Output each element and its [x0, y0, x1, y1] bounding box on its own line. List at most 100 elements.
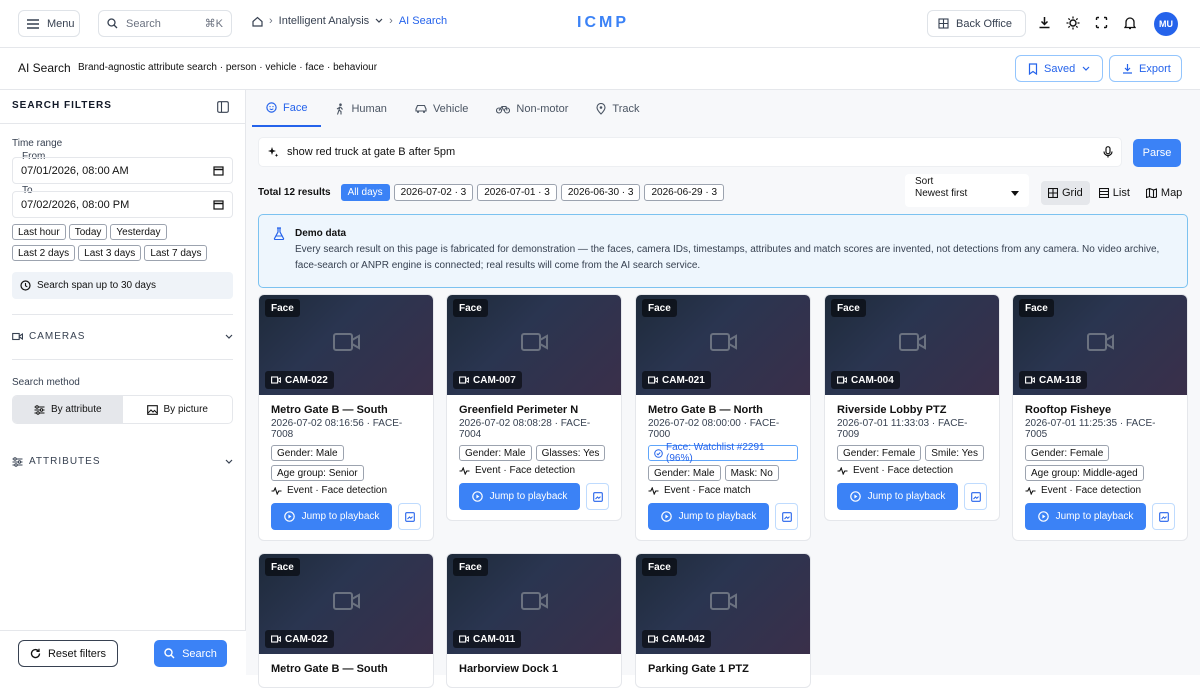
tab-non-motor[interactable]: Non-motor: [482, 90, 582, 127]
snapshot-icon: [1158, 511, 1169, 522]
chevron-down-icon: [225, 334, 233, 340]
save-snapshot-button[interactable]: [586, 483, 609, 510]
result-body: Metro Gate B — North 2026-07-02 08:00:00 …: [636, 395, 810, 540]
download-icon[interactable]: [1038, 16, 1051, 29]
attribute-tag: Age group: Middle-aged: [1025, 465, 1144, 481]
result-card[interactable]: Face CAM-021 Metro Gate B — North 2026-07-0…: [635, 294, 811, 541]
jump-to-playback-button[interactable]: Jump to playback: [459, 483, 580, 510]
quick-range-last-3-days[interactable]: Last 3 days: [78, 245, 142, 261]
export-button[interactable]: Export: [1109, 55, 1182, 82]
from-date-input[interactable]: 07/01/2026, 08:00 AM: [12, 157, 233, 184]
play-circle-icon: [849, 491, 861, 502]
natural-language-query-input[interactable]: show red truck at gate B after 5pm: [258, 137, 1122, 167]
calendar-icon[interactable]: [213, 199, 224, 210]
breadcrumb-intelligent-analysis[interactable]: Intelligent Analysis: [279, 15, 370, 27]
collapse-sidebar-icon[interactable]: [217, 101, 229, 113]
date-chip-2026-06-30[interactable]: 2026-06-30 · 3: [560, 184, 641, 201]
camera-id: CAM-004: [851, 374, 894, 386]
camera-id: CAM-021: [662, 374, 705, 386]
result-card[interactable]: Face CAM-004 Riverside Lobby PTZ 2026-07-01…: [824, 294, 1000, 521]
quick-range-yesterday[interactable]: Yesterday: [110, 224, 167, 240]
method-by-picture[interactable]: By picture: [123, 396, 233, 423]
jump-to-playback-button[interactable]: Jump to playback: [271, 503, 392, 530]
chevron-down-icon: [225, 459, 233, 465]
reset-filters-button[interactable]: Reset filters: [18, 640, 118, 667]
jump-to-playback-button[interactable]: Jump to playback: [648, 503, 769, 530]
fullscreen-icon[interactable]: [1095, 16, 1108, 29]
to-date-value: 07/02/2026, 08:00 PM: [21, 198, 130, 211]
breadcrumb-ai-search[interactable]: AI Search: [399, 15, 447, 27]
jump-to-playback-button[interactable]: Jump to playback: [1025, 503, 1146, 530]
chevron-down-icon[interactable]: [375, 18, 383, 24]
app-logo: ICMP: [577, 14, 629, 31]
result-card[interactable]: Face CAM-118 Rooftop Fisheye 2026-07-01 11:…: [1012, 294, 1188, 541]
tab-face[interactable]: Face: [252, 90, 322, 127]
result-card[interactable]: Face CAM-022 Metro Gate B — South: [258, 553, 434, 688]
tab-track[interactable]: Track: [582, 90, 653, 127]
save-snapshot-button[interactable]: [398, 503, 421, 530]
avatar[interactable]: MU: [1154, 12, 1178, 36]
view-list[interactable]: List: [1092, 181, 1137, 205]
bell-icon[interactable]: [1124, 16, 1136, 30]
quick-range-last-2-days[interactable]: Last 2 days: [12, 245, 76, 261]
saved-button[interactable]: Saved: [1015, 55, 1103, 82]
parse-button[interactable]: Parse: [1133, 139, 1181, 167]
cameras-section-toggle[interactable]: CAMERAS: [12, 331, 233, 342]
result-card[interactable]: Face CAM-011 Harborview Dock 1: [446, 553, 622, 688]
caret-down-icon: [1011, 191, 1019, 196]
result-thumbnail[interactable]: Face CAM-007: [447, 295, 621, 395]
save-snapshot-button[interactable]: [775, 503, 798, 530]
result-thumbnail[interactable]: Face CAM-022: [259, 295, 433, 395]
global-search-button[interactable]: Search ⌘K: [98, 10, 232, 37]
result-body: Metro Gate B — South 2026-07-02 08:16:56 …: [259, 395, 433, 540]
tab-vehicle[interactable]: Vehicle: [401, 90, 482, 127]
quick-range-last-7-days[interactable]: Last 7 days: [144, 245, 208, 261]
quick-range-today[interactable]: Today: [68, 224, 108, 240]
result-location: Metro Gate B — South: [271, 404, 388, 416]
sort-select[interactable]: Sort Newest first: [905, 174, 1029, 207]
result-thumbnail[interactable]: Face CAM-004: [825, 295, 999, 395]
result-event-text: Event · Face detection: [287, 485, 388, 496]
save-snapshot-button[interactable]: [964, 483, 987, 510]
result-card[interactable]: Face CAM-007 Greenfield Perimeter N 2026-07…: [446, 294, 622, 521]
video-camera-icon: [710, 590, 738, 612]
result-thumbnail[interactable]: Face CAM-022: [259, 554, 433, 654]
breadcrumb: › Intelligent Analysis › AI Search: [252, 15, 447, 27]
save-snapshot-button[interactable]: [1152, 503, 1175, 530]
quick-range-last-hour[interactable]: Last hour: [12, 224, 66, 240]
jump-to-playback-button[interactable]: Jump to playback: [837, 483, 958, 510]
attributes-section-toggle[interactable]: ATTRIBUTES: [12, 456, 233, 467]
result-card[interactable]: Face CAM-022 Metro Gate B — South 2026-07-0…: [258, 294, 434, 541]
to-date-input[interactable]: 07/02/2026, 08:00 PM: [12, 191, 233, 218]
date-chip-2026-07-01[interactable]: 2026-07-01 · 3: [477, 184, 557, 201]
result-thumbnail[interactable]: Face CAM-118: [1013, 295, 1187, 395]
video-camera-icon: [459, 635, 469, 643]
result-type-badge: Face: [642, 558, 677, 576]
result-thumbnail[interactable]: Face CAM-042: [636, 554, 810, 654]
jump-to-playback-label: Jump to playback: [1055, 511, 1134, 522]
map-icon: [1145, 188, 1157, 198]
result-thumbnail[interactable]: Face CAM-011: [447, 554, 621, 654]
calendar-icon[interactable]: [213, 165, 224, 176]
result-type-badge: Face: [642, 299, 677, 317]
camera-id: CAM-118: [1039, 374, 1082, 386]
video-camera-icon: [1087, 331, 1115, 353]
date-chip-2026-06-29[interactable]: 2026-06-29 · 3: [644, 184, 725, 201]
camera-badge: CAM-004: [831, 371, 900, 389]
view-grid[interactable]: Grid: [1041, 181, 1090, 205]
view-map[interactable]: Map: [1139, 181, 1189, 205]
sun-icon[interactable]: [1066, 16, 1080, 30]
date-chip-all-days[interactable]: All days: [340, 184, 390, 201]
result-card[interactable]: Face CAM-042 Parking Gate 1 PTZ: [635, 553, 811, 688]
menu-button[interactable]: Menu: [18, 10, 80, 37]
microphone-icon[interactable]: [1103, 146, 1113, 158]
date-chip-2026-07-02[interactable]: 2026-07-02 · 3: [393, 184, 474, 201]
pulse-icon: [1025, 486, 1036, 495]
home-icon[interactable]: [252, 16, 263, 27]
method-by-attribute[interactable]: By attribute: [13, 396, 123, 423]
tab-human[interactable]: Human: [321, 90, 400, 127]
search-button[interactable]: Search: [154, 640, 227, 667]
result-thumbnail[interactable]: Face CAM-021: [636, 295, 810, 395]
video-camera-icon: [710, 331, 738, 353]
back-office-button[interactable]: Back Office: [927, 10, 1026, 37]
